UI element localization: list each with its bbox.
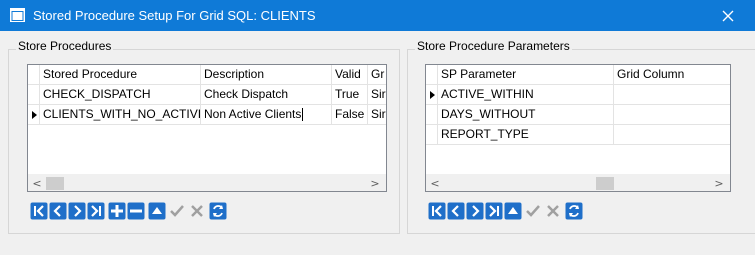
last-icon[interactable] <box>485 202 503 220</box>
close-icon[interactable] <box>719 7 737 25</box>
cell-description-text: Non Active Clients <box>204 107 302 121</box>
procedures-group-title: Store Procedures <box>16 39 114 53</box>
row-indicator-header <box>426 65 438 85</box>
scroll-right-icon[interactable]: > <box>712 177 726 190</box>
cell-grid-column[interactable] <box>614 85 730 105</box>
cell-sp-parameter[interactable]: ACTIVE_WITHIN <box>438 85 614 105</box>
table-row[interactable]: REPORT_TYPE <box>426 125 730 145</box>
row-indicator-header <box>28 65 40 85</box>
parameters-group-title: Store Procedure Parameters <box>415 39 572 53</box>
post-icon <box>168 202 186 220</box>
row-indicator <box>426 85 438 105</box>
cell-sp-parameter[interactable]: DAYS_WITHOUT <box>438 105 614 125</box>
insert-icon[interactable] <box>108 202 126 220</box>
refresh-icon[interactable] <box>209 202 227 220</box>
cell-stored-procedure[interactable]: CLIENTS_WITH_NO_ACTIVITY <box>40 105 201 125</box>
column-header-grid-column[interactable]: Grid Column <box>614 65 730 85</box>
move-up-icon[interactable] <box>148 202 166 220</box>
horizontal-scrollbar[interactable]: < > <box>426 174 730 191</box>
first-icon[interactable] <box>428 202 446 220</box>
cell-grid-column[interactable] <box>614 125 730 145</box>
next-icon[interactable] <box>68 202 86 220</box>
row-indicator <box>426 105 438 125</box>
first-icon[interactable] <box>30 202 48 220</box>
table-row[interactable]: CLIENTS_WITH_NO_ACTIVITY Non Active Clie… <box>28 105 386 125</box>
cell-valid[interactable]: True <box>332 85 368 105</box>
cell-grid[interactable]: Sir <box>368 85 386 105</box>
current-row-arrow-icon <box>430 91 435 99</box>
row-indicator <box>28 85 40 105</box>
scroll-left-icon[interactable]: < <box>30 177 44 190</box>
row-indicator <box>28 105 40 125</box>
last-icon[interactable] <box>87 202 105 220</box>
current-row-arrow-icon <box>32 111 37 119</box>
column-header-valid[interactable]: Valid <box>332 65 368 85</box>
prior-icon[interactable] <box>447 202 465 220</box>
column-header-grid[interactable]: Gr <box>368 65 386 85</box>
horizontal-scrollbar[interactable]: < > <box>28 174 386 191</box>
scroll-right-icon[interactable]: > <box>368 177 382 190</box>
cell-grid[interactable]: Sir <box>368 105 386 125</box>
cell-grid-column[interactable] <box>614 105 730 125</box>
scroll-left-icon[interactable]: < <box>428 177 442 190</box>
column-header-sp-parameter[interactable]: SP Parameter <box>438 65 614 85</box>
app-window-icon <box>10 8 25 22</box>
cell-description[interactable]: Check Dispatch <box>201 85 332 105</box>
table-row[interactable]: ACTIVE_WITHIN <box>426 85 730 105</box>
parameters-grid-header: SP Parameter Grid Column <box>426 65 730 85</box>
parameters-grid[interactable]: SP Parameter Grid Column ACTIVE_WITHIN D… <box>425 64 731 192</box>
text-caret <box>302 108 304 122</box>
next-icon[interactable] <box>466 202 484 220</box>
window-title: Stored Procedure Setup For Grid SQL: CLI… <box>33 8 316 23</box>
cell-description-editing[interactable]: Non Active Clients <box>201 105 332 125</box>
procedures-grid[interactable]: Stored Procedure Description Valid Gr CH… <box>27 64 387 192</box>
column-header-description[interactable]: Description <box>201 65 332 85</box>
refresh-icon[interactable] <box>565 202 583 220</box>
row-indicator <box>426 125 438 145</box>
move-up-icon[interactable] <box>504 202 522 220</box>
cancel-icon <box>544 202 562 220</box>
cell-stored-procedure[interactable]: CHECK_DISPATCH <box>40 85 201 105</box>
prior-icon[interactable] <box>49 202 67 220</box>
post-icon <box>524 202 542 220</box>
delete-icon[interactable] <box>127 202 145 220</box>
table-row[interactable]: DAYS_WITHOUT <box>426 105 730 125</box>
column-header-stored-procedure[interactable]: Stored Procedure <box>40 65 201 85</box>
procedures-grid-header: Stored Procedure Description Valid Gr <box>28 65 386 85</box>
cell-valid[interactable]: False <box>332 105 368 125</box>
title-bar: Stored Procedure Setup For Grid SQL: CLI… <box>0 0 755 31</box>
cell-sp-parameter[interactable]: REPORT_TYPE <box>438 125 614 145</box>
scrollbar-thumb[interactable] <box>46 177 64 190</box>
table-row[interactable]: CHECK_DISPATCH Check Dispatch True Sir <box>28 85 386 105</box>
cancel-icon <box>188 202 206 220</box>
scrollbar-thumb[interactable] <box>596 177 614 190</box>
